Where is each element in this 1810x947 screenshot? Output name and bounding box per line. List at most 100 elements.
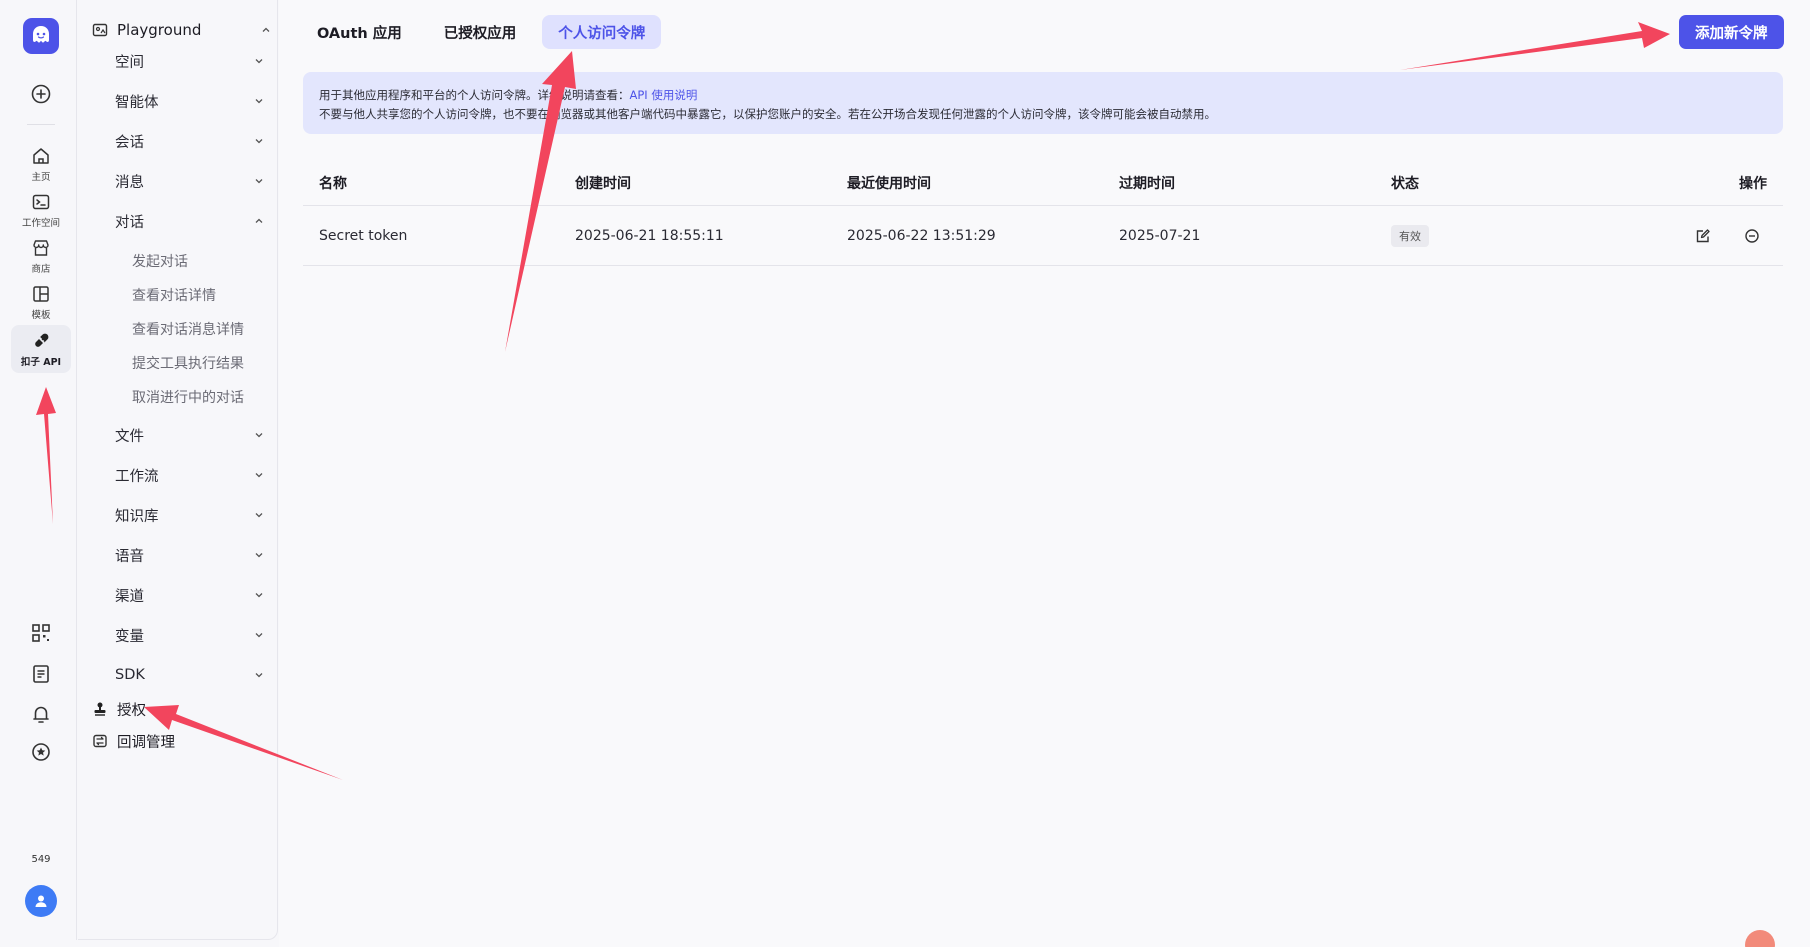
tab-authorized-apps[interactable]: 已授权应用 [428,15,533,49]
store-icon [33,239,49,256]
nav-playground-label: Playground [117,21,202,39]
chevron-down-icon [255,593,263,598]
chevron-up-icon [262,27,270,32]
home-icon [33,147,49,164]
nav-item-authorization[interactable]: 授权 [92,698,146,720]
nav-section-workflow[interactable]: 工作流 [115,464,265,486]
chevron-down-icon [255,179,263,184]
status-badge: 有效 [1391,224,1429,247]
banner-text: 用于其他应用程序和平台的个人访问令牌。详细说明请查看： [319,88,630,102]
nav-section-sdk[interactable]: SDK [115,664,265,686]
rail-label-coze-api: 扣子 API [20,356,62,368]
user-avatar[interactable] [25,885,57,917]
info-banner: 用于其他应用程序和平台的个人访问令牌。详细说明请查看：API 使用说明 不要与他… [303,72,1783,134]
nav-item-callback[interactable]: 回调管理 [92,730,175,752]
chevron-down-icon [255,633,263,638]
nav-section-label: 知识库 [115,508,159,525]
nav-section-file[interactable]: 文件 [115,424,265,446]
rail-item-template[interactable]: 模板 [11,278,71,326]
rail-label-store: 商店 [31,263,51,275]
nav-section-label: 智能体 [115,94,159,111]
nav-item-submit-tool-result[interactable]: 提交工具执行结果 [132,353,244,373]
points-star-icon[interactable] [30,741,52,763]
col-expires: 过期时间 [1119,175,1175,192]
nav-leaf-label: 回调管理 [117,734,175,751]
nav-section-knowledge[interactable]: 知识库 [115,504,265,526]
playground-icon [92,23,108,37]
nav-section-variable[interactable]: 变量 [115,624,265,646]
left-rail: 主页 工作空间 商店 模板 扣子 API 549 [5,0,77,940]
nav-section-conversation[interactable]: 会话 [115,130,265,152]
nav-section-label: 变量 [115,628,144,645]
stamp-icon [94,702,106,716]
token-name: Secret token [319,227,408,244]
chevron-down-icon [255,673,263,678]
nav-section-label: SDK [115,667,145,683]
col-actions: 操作 [1739,175,1767,192]
rail-label-workspace: 工作空间 [21,217,60,229]
nav-section-chat[interactable]: 对话 [115,210,265,232]
nav-section-label: 对话 [115,214,144,231]
col-name: 名称 [319,175,347,192]
rail-label-home: 主页 [31,171,51,183]
nav-section-label: 空间 [115,54,144,71]
nav-section-label: 工作流 [115,468,159,485]
rail-divider [27,124,55,125]
disable-icon[interactable] [1744,228,1760,244]
apps-grid-icon[interactable] [30,622,52,644]
terminal-icon [32,194,50,209]
token-created: 2025-06-21 18:55:11 [575,227,724,244]
rail-item-workspace[interactable]: 工作空间 [11,186,71,234]
create-plus-icon[interactable] [29,82,53,106]
nav-section-label: 会话 [115,134,144,151]
nav-section-label: 渠道 [115,588,144,605]
chevron-down-icon [255,513,263,518]
chevron-down-icon [255,433,263,438]
nav-section-voice[interactable]: 语音 [115,544,265,566]
rail-item-coze-api[interactable]: 扣子 API [11,325,71,373]
rail-item-home[interactable]: 主页 [11,140,71,188]
document-icon[interactable] [30,663,52,685]
main-content: OAuth 应用 已授权应用 个人访问令牌 添加新令牌 用于其他应用程序和平台的… [279,0,1810,947]
logo-icon [33,26,49,43]
edit-icon[interactable] [1695,228,1711,244]
add-token-button[interactable]: 添加新令牌 [1679,15,1784,49]
bell-icon[interactable] [30,703,52,725]
col-status: 状态 [1391,175,1419,192]
token-table: 名称 创建时间 最近使用时间 过期时间 状态 操作 Secret token 2… [303,160,1783,266]
rail-label-template: 模板 [31,309,51,321]
nav-section-channel[interactable]: 渠道 [115,584,265,606]
token-last-used: 2025-06-22 13:51:29 [847,227,996,244]
chevron-down-icon [255,139,263,144]
nav-item-chat-messages[interactable]: 查看对话消息详情 [132,319,244,339]
nav-section-message[interactable]: 消息 [115,170,265,192]
user-icon [35,895,47,907]
nav-item-chat-detail[interactable]: 查看对话详情 [132,285,216,305]
nav-section-label: 文件 [115,428,144,445]
tab-personal-access-tokens[interactable]: 个人访问令牌 [542,15,662,49]
nav-section-label: 消息 [115,174,144,191]
chevron-down-icon [255,59,263,64]
app-logo[interactable] [23,18,59,54]
nav-section-space[interactable]: 空间 [115,50,265,72]
token-expires: 2025-07-21 [1119,227,1201,244]
tab-bar: OAuth 应用 已授权应用 个人访问令牌 [301,15,662,49]
rail-item-store[interactable]: 商店 [11,232,71,280]
banner-line-1: 用于其他应用程序和平台的个人访问令牌。详细说明请查看：API 使用说明 [319,86,1767,105]
table-row: Secret token 2025-06-21 18:55:11 2025-06… [303,206,1783,266]
api-docs-link[interactable]: API 使用说明 [630,88,698,102]
nav-playground-header[interactable]: Playground [92,19,272,41]
template-icon [33,285,49,302]
chevron-down-icon [255,99,263,104]
nav-item-start-chat[interactable]: 发起对话 [132,251,188,271]
points-count: 549 [31,854,51,865]
chevron-up-icon [255,218,263,223]
tab-oauth-apps[interactable]: OAuth 应用 [301,15,418,49]
nav-section-label: 语音 [115,548,144,565]
nav-section-agent[interactable]: 智能体 [115,90,265,112]
plug-icon [35,333,49,347]
callback-icon [93,734,107,748]
nav-item-cancel-chat[interactable]: 取消进行中的对话 [132,387,244,407]
col-created: 创建时间 [575,175,631,192]
table-header: 名称 创建时间 最近使用时间 过期时间 状态 操作 [303,160,1783,206]
